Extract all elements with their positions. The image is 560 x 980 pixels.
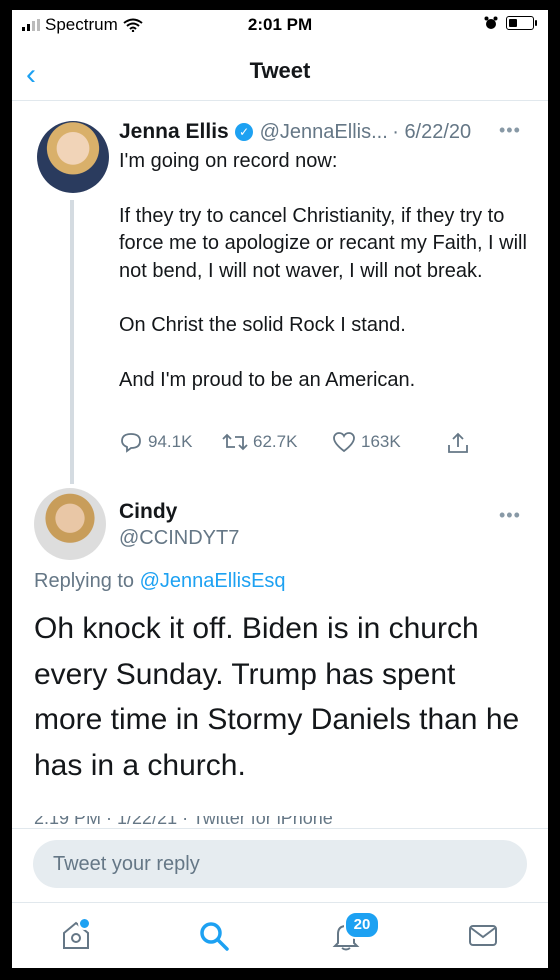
page-title: Tweet	[249, 58, 311, 83]
replying-to-link[interactable]: @JennaEllisEsq	[140, 570, 286, 592]
reply-author-handle[interactable]: @CCINDYT7	[119, 527, 239, 550]
retweet-count: 62.7K	[253, 432, 298, 451]
date-separator: ·	[392, 121, 405, 143]
nav-bar: ‹ Tweet	[12, 44, 548, 101]
reply-input-placeholder: Tweet your reply	[53, 853, 200, 875]
reply-count: 94.1K	[148, 432, 193, 451]
tab-home[interactable]	[60, 917, 92, 956]
messages-icon	[469, 925, 497, 946]
divider	[12, 828, 548, 829]
more-icon[interactable]: •••	[499, 505, 521, 526]
reply-author-name[interactable]: Cindy	[119, 500, 177, 524]
tab-bar: 20	[12, 902, 548, 968]
tweet-date[interactable]: 6/22/20	[404, 121, 471, 143]
reply-icon	[121, 433, 141, 453]
tweet-header: Jenna Ellis ✓ @JennaEllis... · 6/22/20	[119, 120, 471, 144]
thread-line	[70, 200, 74, 484]
tweet-meta: 2:19 PM · 1/22/21 · Twitter for iPhone	[34, 816, 524, 828]
share-action[interactable]	[446, 431, 470, 455]
battery-icon	[506, 16, 537, 30]
tweet-body: I'm going on record now: If they try to …	[119, 148, 529, 421]
tweet-paragraph: On Christ the solid Rock I stand.	[119, 314, 406, 336]
replying-prefix: Replying to	[34, 570, 135, 592]
like-icon	[333, 432, 355, 453]
tab-notifications[interactable]: 20	[330, 911, 380, 956]
retweet-icon	[222, 433, 248, 451]
tweet-paragraph: And I'm proud to be an American.	[119, 368, 416, 391]
like-action[interactable]: 163K	[332, 431, 401, 453]
tweet-paragraph: If they try to cancel Christianity, if t…	[119, 204, 527, 282]
alarm-icon	[484, 16, 498, 29]
more-icon[interactable]: •••	[499, 120, 521, 141]
status-time: 2:01 PM	[247, 15, 313, 34]
avatar[interactable]	[34, 488, 106, 560]
status-bar: Spectrum 2:01 PM	[12, 10, 548, 40]
tweet-paragraph: I'm going on record now:	[119, 150, 338, 172]
home-badge-dot	[78, 917, 91, 930]
tweet-meta-text: 2:19 PM · 1/22/21 · Twitter for iPhone	[34, 816, 333, 828]
search-icon	[200, 922, 229, 951]
reply-action[interactable]: 94.1K	[119, 431, 192, 453]
status-right	[484, 16, 537, 30]
reply-body: Oh knock it off. Biden is in church ever…	[34, 612, 520, 782]
tweet-actions: 94.1K 62.7K 163K	[119, 431, 539, 459]
author-name[interactable]: Jenna Ellis	[119, 120, 229, 143]
reply-input[interactable]: Tweet your reply	[33, 840, 527, 888]
share-icon	[448, 432, 468, 453]
replying-to: Replying to @JennaEllisEsq	[34, 570, 286, 593]
retweet-action[interactable]: 62.7K	[222, 431, 297, 453]
tweet-detail-screen: Spectrum 2:01 PM ‹ Tweet Jenna Ellis ✓ @…	[12, 10, 548, 968]
tab-messages[interactable]	[467, 919, 499, 956]
like-count: 163K	[361, 432, 401, 451]
avatar[interactable]	[37, 121, 109, 193]
author-handle[interactable]: @JennaEllis...	[260, 121, 388, 143]
tab-search[interactable]	[197, 919, 231, 958]
verified-icon: ✓	[235, 123, 254, 141]
notifications-badge: 20	[344, 911, 380, 939]
